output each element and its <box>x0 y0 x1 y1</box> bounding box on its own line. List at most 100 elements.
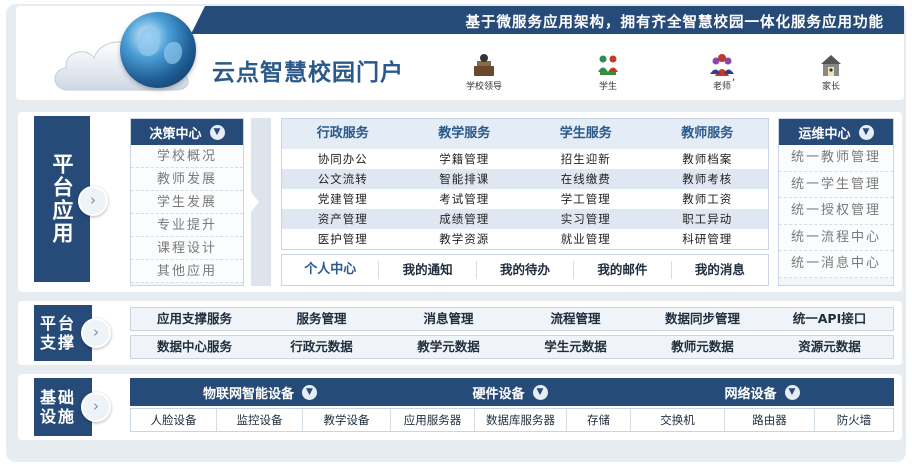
support-item[interactable]: 行政元数据 <box>258 336 385 358</box>
decision-item[interactable]: 其他应用 <box>131 260 243 283</box>
support-item[interactable]: 数据同步管理 <box>639 308 766 330</box>
role-label: 学校领导 <box>465 82 502 92</box>
decision-center-header[interactable]: 决策中心 ▼ <box>131 119 243 145</box>
decision-center-title: 决策中心 <box>149 126 202 142</box>
services-grid: 行政服务 教学服务 学生服务 教师服务 协同办公 学籍管理 招生迎新 教师档案 … <box>281 118 769 250</box>
decision-center-menu: 决策中心 ▼ 学校概况 教师发展 学生发展 专业提升 课程设计 其他应用 <box>130 118 244 286</box>
my-notifications-link[interactable]: 我的通知 <box>379 261 477 279</box>
infrastructure-items: 人脸设备 监控设备 教学设备 应用服务器 数据库服务器 存储 交换机 路由器 防… <box>130 408 894 432</box>
student-icon <box>598 55 618 75</box>
ops-center-header[interactable]: 运维中心 ▼ <box>779 119 893 145</box>
service-item[interactable]: 考试管理 <box>404 189 526 209</box>
support-item[interactable]: 应用支撑服务 <box>131 308 258 330</box>
role-label: 家长 <box>821 82 840 92</box>
my-mail-link[interactable]: 我的邮件 <box>574 261 672 279</box>
support-item[interactable]: 教学元数据 <box>385 336 512 358</box>
ops-center-title: 运维中心 <box>798 126 851 142</box>
support-item[interactable]: 学生元数据 <box>512 336 639 358</box>
chevron-down-icon: ▼ <box>302 384 317 400</box>
my-todos-link[interactable]: 我的待办 <box>477 261 575 279</box>
service-item[interactable]: 学籍管理 <box>404 149 526 169</box>
infra-item[interactable]: 人脸设备 <box>131 409 217 431</box>
support-item[interactable]: 资源元数据 <box>766 336 893 358</box>
leader-icon <box>474 54 494 76</box>
ops-item[interactable]: 统一授权管理 <box>779 198 893 225</box>
infrastructure-group-header: 物联网智能设备 ▼ 硬件设备 ▼ 网络设备 ▼ <box>130 378 894 406</box>
service-item[interactable]: 教师考核 <box>647 169 769 189</box>
role-school-leader[interactable]: 学校领导 <box>454 52 514 92</box>
service-item[interactable]: 教师档案 <box>647 149 769 169</box>
infra-item[interactable]: 教学设备 <box>303 409 391 431</box>
support-item[interactable]: 统一API接口 <box>766 308 893 330</box>
infra-item[interactable]: 应用服务器 <box>391 409 475 431</box>
service-category-header[interactable]: 行政服务 <box>282 119 404 149</box>
chevron-right-icon[interactable]: › <box>81 318 111 348</box>
service-item[interactable]: 医护管理 <box>282 229 404 249</box>
chevron-down-icon: ▼ <box>532 384 548 400</box>
infra-group-network[interactable]: 网络设备 ▼ <box>630 378 894 406</box>
support-item[interactable]: 教师元数据 <box>639 336 766 358</box>
chevron-right-icon[interactable]: › <box>78 186 108 216</box>
service-item[interactable]: 就业管理 <box>525 229 647 249</box>
service-item[interactable]: 学工管理 <box>525 189 647 209</box>
service-item[interactable]: 资产管理 <box>282 209 404 229</box>
role-student[interactable]: 学生 <box>578 52 638 92</box>
service-item[interactable]: 科研管理 <box>647 229 769 249</box>
service-item[interactable]: 招生迎新 <box>525 149 647 169</box>
ops-center-menu: 运维中心 ▼ 统一教师管理 统一学生管理 统一授权管理 统一流程中心 统一消息中… <box>778 118 894 286</box>
support-item[interactable]: 消息管理 <box>385 308 512 330</box>
service-item[interactable]: 成绩管理 <box>404 209 526 229</box>
infra-item[interactable]: 交换机 <box>631 409 725 431</box>
service-item[interactable]: 教学资源 <box>404 229 526 249</box>
chevron-down-icon: ▼ <box>858 124 874 140</box>
infra-item[interactable]: 防火墙 <box>815 409 893 431</box>
infra-item[interactable]: 监控设备 <box>217 409 303 431</box>
role-teacher[interactable]: 老师 <box>692 52 752 92</box>
personal-center-link[interactable]: 个人中心 <box>282 261 380 279</box>
service-category-header[interactable]: 学生服务 <box>525 119 647 149</box>
platform-support-title-line2: 支撑 <box>40 333 77 352</box>
decision-item[interactable]: 课程设计 <box>131 237 243 260</box>
ops-item[interactable]: 统一流程中心 <box>779 224 893 251</box>
service-item[interactable]: 职工异动 <box>647 209 769 229</box>
decision-item[interactable]: 学校概况 <box>131 145 243 168</box>
service-item[interactable]: 公文流转 <box>282 169 404 189</box>
chevron-down-icon: ▼ <box>784 384 800 400</box>
platform-support-section: 平台 支撑 › 应用支撑服务 服务管理 消息管理 流程管理 数据同步管理 统一A… <box>18 301 902 365</box>
service-row: 资产管理 成绩管理 实习管理 职工异动 <box>282 209 768 229</box>
ops-item[interactable]: 统一教师管理 <box>779 145 893 172</box>
decision-item[interactable]: 学生发展 <box>131 191 243 214</box>
service-row: 党建管理 考试管理 学工管理 教师工资 <box>282 189 768 209</box>
service-item[interactable]: 实习管理 <box>525 209 647 229</box>
role-label: 学生 <box>598 82 617 92</box>
infra-item[interactable]: 路由器 <box>725 409 815 431</box>
platform-support-title-line1: 平台 <box>40 313 77 333</box>
support-item[interactable]: 服务管理 <box>258 308 385 330</box>
infra-group-hardware[interactable]: 硬件设备 ▼ <box>390 378 630 406</box>
service-item[interactable]: 智能排课 <box>404 169 526 189</box>
infrastructure-section: 基础 设施 › 物联网智能设备 ▼ 硬件设备 ▼ 网络设备 ▼ 人脸设备 监控设… <box>18 374 902 440</box>
decision-item[interactable]: 专业提升 <box>131 214 243 237</box>
infra-group-label: 网络设备 <box>724 386 777 402</box>
chevron-right-icon[interactable]: › <box>81 392 111 422</box>
service-item[interactable]: 党建管理 <box>282 189 404 209</box>
slogan-bar: 基于微服务应用架构，拥有齐全智慧校园一体化服务应用功能 <box>191 6 904 34</box>
ops-item[interactable]: 统一消息中心 <box>779 251 893 278</box>
my-messages-link[interactable]: 我的消息 <box>672 261 768 279</box>
support-item[interactable]: 流程管理 <box>512 308 639 330</box>
service-category-header[interactable]: 教学服务 <box>404 119 526 149</box>
service-category-header[interactable]: 教师服务 <box>647 119 769 149</box>
ops-item[interactable]: 统一学生管理 <box>779 171 893 198</box>
role-parent[interactable]: 家长 <box>801 52 861 92</box>
infra-item[interactable]: 存储 <box>567 409 631 431</box>
infrastructure-title-line1: 基础 <box>40 387 77 407</box>
service-item[interactable]: 在线缴费 <box>525 169 647 189</box>
portal-title: 云点智慧校园门户 <box>212 60 404 86</box>
service-item[interactable]: 教师工资 <box>647 189 769 209</box>
infra-item[interactable]: 数据库服务器 <box>475 409 567 431</box>
service-item[interactable]: 协同办公 <box>282 149 404 169</box>
decision-item[interactable]: 教师发展 <box>131 168 243 191</box>
service-row: 公文流转 智能排课 在线缴费 教师考核 <box>282 169 768 189</box>
support-item[interactable]: 数据中心服务 <box>131 336 258 358</box>
infra-group-iot[interactable]: 物联网智能设备 ▼ <box>130 378 390 406</box>
